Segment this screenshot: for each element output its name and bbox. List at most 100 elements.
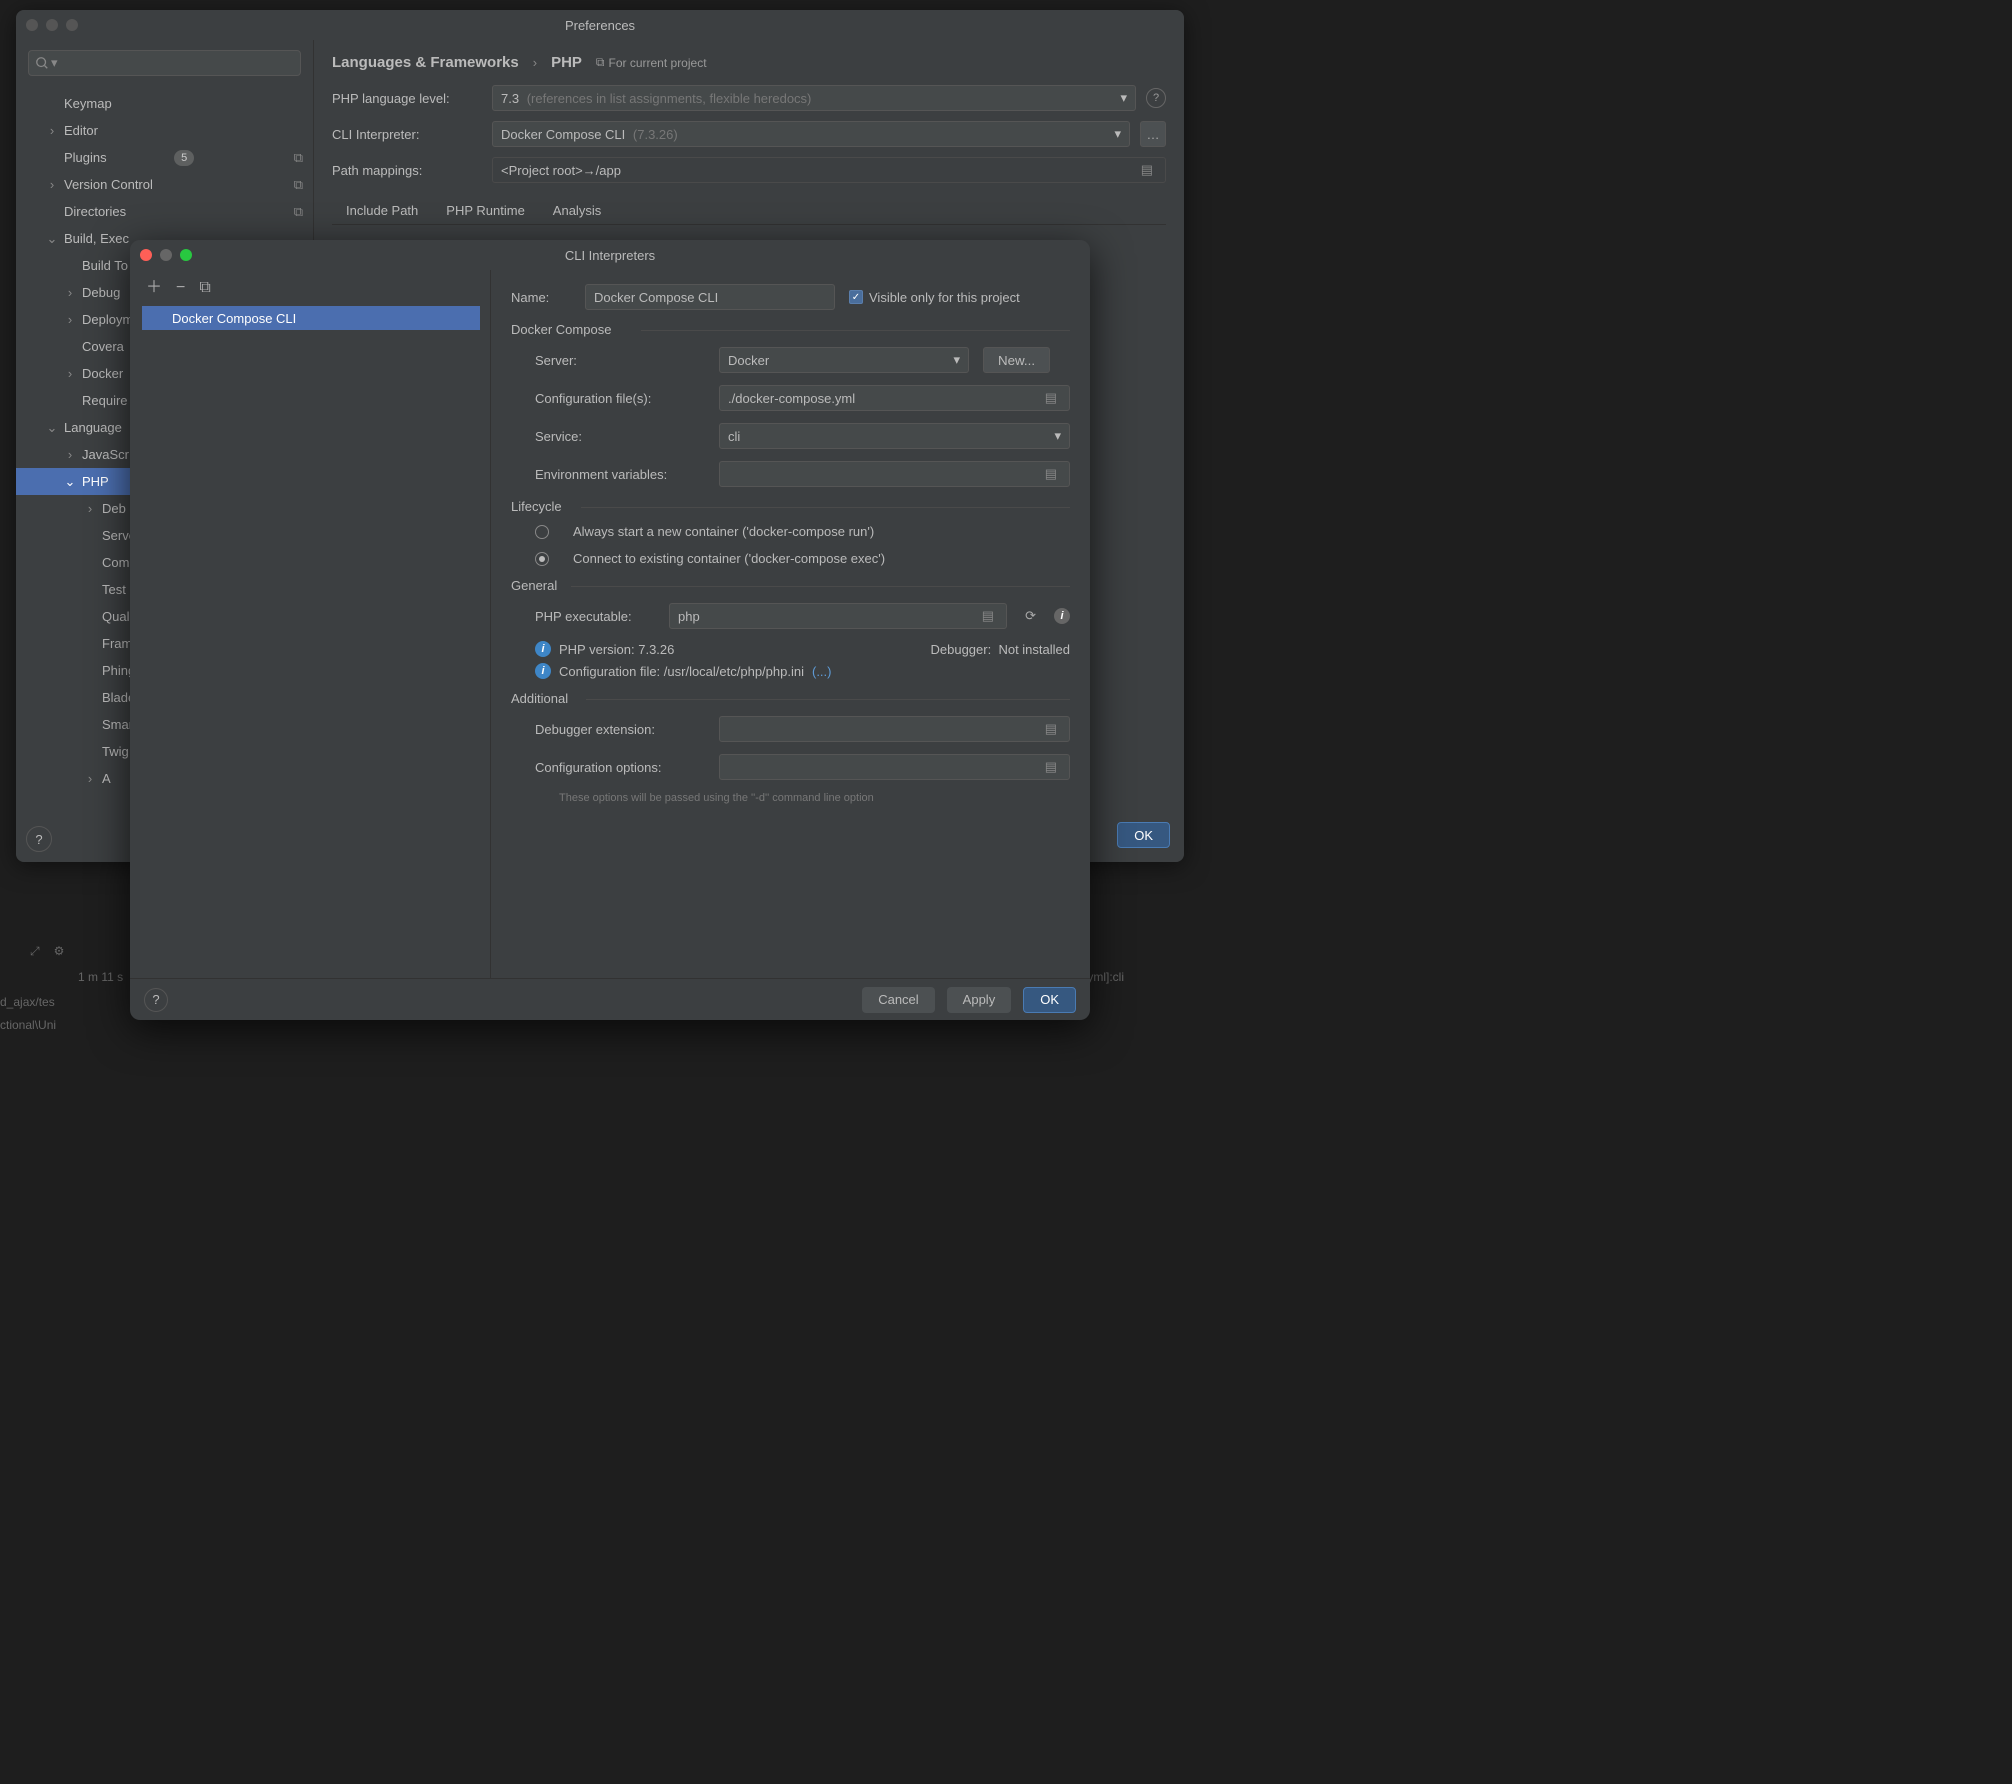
section-docker: Docker Compose: [511, 322, 1070, 337]
folder-icon[interactable]: ▤: [1041, 390, 1061, 406]
mappings-field[interactable]: <Project root>→/app ▤: [492, 157, 1166, 183]
minimize-icon[interactable]: [160, 249, 172, 261]
bg-path-1: d_ajax/tes: [0, 995, 55, 1009]
maximize-icon[interactable]: [180, 249, 192, 261]
langlevel-label: PHP language level:: [332, 91, 482, 106]
bg-toolbar-icons: ⤢ ⚙: [30, 944, 64, 959]
reload-icon[interactable]: ⟳: [1021, 608, 1040, 624]
scope-label: ⧉For current project: [596, 55, 707, 70]
tab-analysis[interactable]: Analysis: [553, 197, 601, 224]
config-file-more-link[interactable]: (...): [812, 664, 832, 679]
info-icon[interactable]: i: [1054, 608, 1070, 624]
expand-icon[interactable]: ⤢: [30, 944, 40, 959]
langlevel-select[interactable]: 7.3 (references in list assignments, fle…: [492, 85, 1136, 111]
browse-button[interactable]: …: [1140, 121, 1166, 147]
preferences-titlebar: Preferences: [16, 10, 1184, 40]
help-icon[interactable]: ?: [1146, 88, 1166, 108]
chevron-right-icon: ›: [46, 177, 58, 192]
cancel-button[interactable]: Cancel: [862, 987, 934, 1013]
chevron-right-icon: ›: [46, 123, 58, 138]
sidebar-item-editor[interactable]: ›Editor: [16, 117, 313, 144]
tab-include-path[interactable]: Include Path: [346, 197, 418, 224]
config-file-input[interactable]: ./docker-compose.yml ▤: [719, 385, 1070, 411]
tab-php-runtime[interactable]: PHP Runtime: [446, 197, 525, 224]
service-label: Service:: [535, 429, 705, 444]
chevron-down-icon: ▾: [1054, 428, 1061, 444]
options-hint: These options will be passed using the '…: [559, 792, 1070, 804]
exe-label: PHP executable:: [535, 609, 655, 624]
search-input[interactable]: ▾: [28, 50, 301, 76]
copy-icon: ⧉: [294, 204, 303, 220]
env-label: Environment variables:: [535, 467, 705, 482]
breadcrumb-root: Languages & Frameworks: [332, 54, 519, 71]
sidebar-item-keymap[interactable]: Keymap: [16, 90, 313, 117]
debugger-value: Not installed: [998, 642, 1070, 657]
php-version-text: PHP version: 7.3.26: [559, 642, 674, 657]
help-button[interactable]: ?: [26, 826, 52, 852]
copy-icon: ⧉: [294, 150, 303, 166]
lifecycle-option-run[interactable]: Always start a new container ('docker-co…: [535, 524, 1070, 539]
list-icon[interactable]: ▤: [1041, 466, 1061, 482]
cli-label: CLI Interpreter:: [332, 127, 482, 142]
exe-input[interactable]: php ▤: [669, 603, 1007, 629]
service-select[interactable]: cli▾: [719, 423, 1070, 449]
gear-icon[interactable]: ⚙: [54, 944, 65, 959]
ok-button[interactable]: OK: [1117, 822, 1170, 848]
chevron-right-icon: ›: [64, 285, 76, 300]
chevron-right-icon: ›: [84, 771, 96, 786]
lifecycle-option-exec[interactable]: Connect to existing container ('docker-c…: [535, 551, 1070, 566]
sidebar-item-plugins[interactable]: Plugins5⧉: [16, 144, 313, 171]
dbgext-label: Debugger extension:: [535, 722, 705, 737]
help-button[interactable]: ?: [144, 988, 168, 1012]
visible-checkbox[interactable]: ✓ Visible only for this project: [849, 290, 1020, 305]
cli-select[interactable]: Docker Compose CLI (7.3.26) ▾: [492, 121, 1130, 147]
chevron-right-icon: ›: [64, 312, 76, 327]
bg-frag-6: .yml]:cli: [1084, 970, 1124, 984]
name-label: Name:: [511, 290, 571, 305]
folder-icon[interactable]: ▤: [978, 608, 998, 624]
modal-footer: ? Cancel Apply OK: [130, 978, 1090, 1020]
interpreter-list-item[interactable]: Docker Compose CLI: [142, 306, 480, 330]
name-input[interactable]: Docker Compose CLI: [585, 284, 835, 310]
sidebar-item-directories[interactable]: Directories⧉: [16, 198, 313, 225]
chevron-down-icon: ⌄: [46, 231, 58, 247]
ok-button[interactable]: OK: [1023, 987, 1076, 1013]
modal-titlebar: CLI Interpreters: [130, 240, 1090, 270]
debugger-label: Debugger:: [931, 642, 992, 657]
config-file-text: Configuration file: /usr/local/etc/php/p…: [559, 664, 804, 679]
apply-button[interactable]: Apply: [947, 987, 1012, 1013]
maximize-icon[interactable]: [66, 19, 78, 31]
section-lifecycle: Lifecycle: [511, 499, 1070, 514]
breadcrumb-leaf: PHP: [551, 54, 582, 71]
new-server-button[interactable]: New...: [983, 347, 1050, 373]
copy-icon[interactable]: ⧉: [199, 280, 210, 296]
breadcrumb: Languages & Frameworks › PHP ⧉For curren…: [332, 54, 1166, 71]
modal-title: CLI Interpreters: [565, 248, 655, 263]
list-icon[interactable]: ▤: [1041, 759, 1061, 775]
interpreters-list-panel: ＋ − ⧉ Docker Compose CLI: [130, 270, 490, 978]
section-additional: Additional: [511, 691, 1070, 706]
close-icon[interactable]: [140, 249, 152, 261]
section-general: General: [511, 578, 1070, 593]
server-select[interactable]: Docker▾: [719, 347, 969, 373]
remove-icon[interactable]: −: [176, 280, 185, 296]
minimize-icon[interactable]: [46, 19, 58, 31]
radio-icon: [535, 525, 549, 539]
sidebar-item-version-control[interactable]: ›Version Control⧉: [16, 171, 313, 198]
folder-icon[interactable]: ▤: [1137, 162, 1157, 178]
env-input[interactable]: ▤: [719, 461, 1070, 487]
close-icon[interactable]: [26, 19, 38, 31]
mappings-label: Path mappings:: [332, 163, 482, 178]
add-icon[interactable]: ＋: [146, 280, 162, 296]
chevron-down-icon: ⌄: [64, 474, 76, 490]
count-badge: 5: [174, 150, 194, 166]
dbgext-input[interactable]: ▤: [719, 716, 1070, 742]
window-title: Preferences: [565, 18, 635, 33]
chevron-down-icon: ▾: [51, 55, 58, 71]
folder-icon[interactable]: ▤: [1041, 721, 1061, 737]
cfgopt-input[interactable]: ▤: [719, 754, 1070, 780]
bg-time-1: 1 m 11 s: [78, 970, 123, 984]
interpreter-details-panel: Name: Docker Compose CLI ✓ Visible only …: [490, 270, 1090, 978]
chevron-right-icon: ›: [64, 366, 76, 381]
cli-interpreters-dialog: CLI Interpreters ＋ − ⧉ Docker Compose CL…: [130, 240, 1090, 1020]
